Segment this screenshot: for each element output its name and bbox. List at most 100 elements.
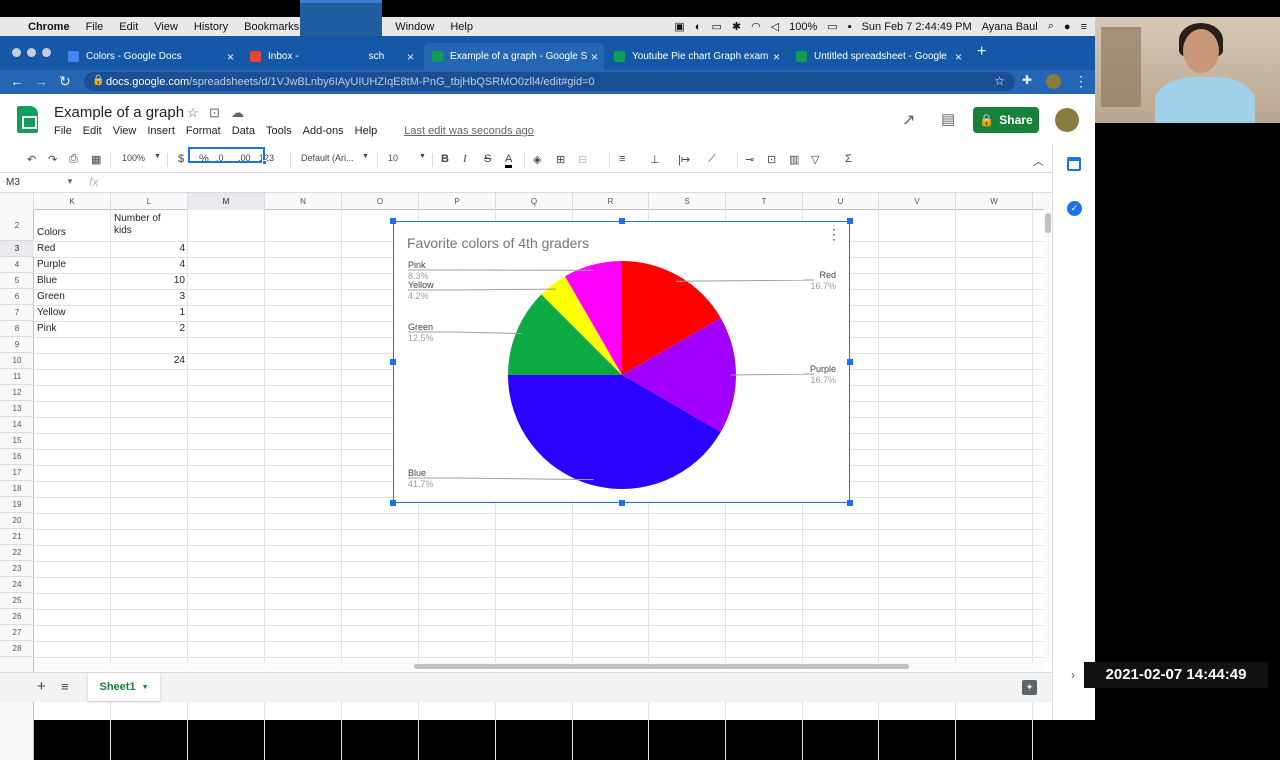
- cell-total[interactable]: 24: [111, 355, 185, 367]
- resize-handle[interactable]: [619, 218, 625, 224]
- font-select[interactable]: Default (Ari...: [301, 153, 354, 163]
- functions-sigma-icon[interactable]: Σ: [845, 153, 852, 165]
- column-header[interactable]: P: [419, 193, 496, 210]
- last-edit-link[interactable]: Last edit was seconds ago: [404, 125, 534, 137]
- siri-icon[interactable]: ●: [1064, 21, 1071, 33]
- menu-bookmarks[interactable]: Bookmarks: [244, 21, 299, 33]
- wifi-icon[interactable]: ◠: [751, 20, 761, 33]
- chevron-down-icon[interactable]: ▼: [154, 153, 161, 160]
- menu-tools[interactable]: Tools: [266, 125, 292, 137]
- zoom-select[interactable]: 100%: [122, 153, 145, 163]
- column-header[interactable]: S: [649, 193, 726, 210]
- resize-handle[interactable]: [847, 359, 853, 365]
- share-button[interactable]: 🔒 Share: [973, 107, 1039, 133]
- row-header[interactable]: 24: [0, 577, 34, 593]
- cell-color-name[interactable]: Red: [37, 243, 107, 255]
- row-header[interactable]: 5: [0, 273, 34, 289]
- cell-kids-count[interactable]: 4: [111, 243, 185, 255]
- row-header[interactable]: 8: [0, 321, 34, 337]
- forward-arrow-icon[interactable]: →: [34, 73, 48, 89]
- menu-format[interactable]: Format: [186, 125, 221, 137]
- chevron-down-icon[interactable]: ▼: [419, 153, 426, 160]
- merge-cells-icon[interactable]: ⊟: [578, 153, 587, 166]
- tab-close-icon[interactable]: ×: [591, 50, 598, 64]
- resize-handle[interactable]: [390, 500, 396, 506]
- volume-icon[interactable]: ◁: [771, 20, 779, 33]
- menu-file[interactable]: File: [86, 21, 104, 33]
- row-header[interactable]: 20: [0, 513, 34, 529]
- document-title[interactable]: Example of a graph: [54, 104, 184, 121]
- row-header[interactable]: 6: [0, 289, 34, 305]
- text-rotate-icon[interactable]: ⟋: [708, 153, 716, 166]
- borders-icon[interactable]: ⊞: [556, 153, 565, 166]
- screen-record-icon[interactable]: ▣: [674, 20, 684, 33]
- add-sheet-plus-icon[interactable]: +: [37, 678, 46, 695]
- vertical-scrollbar[interactable]: [1044, 193, 1052, 662]
- row-header[interactable]: 28: [0, 641, 34, 657]
- select-all-corner[interactable]: [0, 193, 34, 210]
- cell-kids-count[interactable]: 2: [111, 323, 185, 335]
- column-header[interactable]: V: [879, 193, 956, 210]
- resize-handle[interactable]: [619, 500, 625, 506]
- menu-addons[interactable]: Add-ons: [303, 125, 344, 137]
- tab-colors-docs[interactable]: Colors - Google Docs ×: [60, 43, 240, 70]
- column-header[interactable]: R: [573, 193, 649, 210]
- all-sheets-list-icon[interactable]: ≡: [61, 679, 69, 694]
- column-header[interactable]: M: [188, 193, 265, 210]
- control-center-icon[interactable]: ≡: [1081, 21, 1087, 33]
- row-header[interactable]: 23: [0, 561, 34, 577]
- menu-help[interactable]: Help: [450, 21, 473, 33]
- spotlight-search-icon[interactable]: ⌕: [1048, 20, 1054, 33]
- collapse-toolbar-chevron-icon[interactable]: ︿: [1033, 153, 1044, 169]
- horizontal-scrollbar[interactable]: [34, 662, 1044, 671]
- horizontal-align-icon[interactable]: ≡: [619, 153, 625, 165]
- column-header[interactable]: Q: [496, 193, 573, 210]
- tab-close-icon[interactable]: ×: [407, 50, 414, 64]
- resize-handle[interactable]: [390, 359, 396, 365]
- column-header[interactable]: T: [726, 193, 803, 210]
- currency-format-button[interactable]: $: [178, 153, 184, 165]
- tab-close-icon[interactable]: ×: [773, 50, 780, 64]
- italic-button[interactable]: I: [463, 153, 467, 165]
- address-bar[interactable]: 🔒 docs.google.com /spreadsheets/d/1VJwBL…: [84, 72, 1015, 91]
- font-size-select[interactable]: 10: [388, 153, 398, 163]
- column-header[interactable]: O: [342, 193, 419, 210]
- row-header[interactable]: 21: [0, 529, 34, 545]
- vertical-align-icon[interactable]: ⊥: [650, 153, 660, 166]
- row-header[interactable]: 14: [0, 417, 34, 433]
- cell-color-name[interactable]: Yellow: [37, 307, 107, 319]
- menu-history[interactable]: History: [194, 21, 228, 33]
- row-header[interactable]: 12: [0, 385, 34, 401]
- chevron-down-icon[interactable]: ▼: [142, 684, 149, 691]
- menu-data[interactable]: Data: [232, 125, 255, 137]
- cell-kids-count[interactable]: 10: [111, 275, 185, 287]
- row-header[interactable]: 9: [0, 337, 34, 353]
- menu-insert[interactable]: Insert: [147, 125, 175, 137]
- tab-youtube-pie[interactable]: Youtube Pie chart Graph exam ×: [606, 43, 786, 70]
- row-header[interactable]: 11: [0, 369, 34, 385]
- menu-app-name[interactable]: Chrome: [28, 21, 70, 33]
- menu-file[interactable]: File: [54, 125, 72, 137]
- lock-icon[interactable]: 🔒: [92, 75, 104, 86]
- cell-kids-count[interactable]: 1: [111, 307, 185, 319]
- flag-icon[interactable]: ▪: [848, 21, 852, 33]
- text-wrap-icon[interactable]: |↦: [678, 153, 690, 166]
- row-header[interactable]: 25: [0, 593, 34, 609]
- cell-color-name[interactable]: Green: [37, 291, 107, 303]
- filter-icon[interactable]: ▽: [811, 153, 819, 166]
- cell-colors-header[interactable]: Colors: [37, 227, 107, 239]
- cell-color-name[interactable]: Pink: [37, 323, 107, 335]
- window-minimize-icon[interactable]: [27, 48, 36, 57]
- chart-title[interactable]: Favorite colors of 4th graders: [407, 235, 589, 251]
- tab-close-icon[interactable]: ×: [227, 50, 234, 64]
- menu-edit[interactable]: Edit: [119, 21, 138, 33]
- tasks-check-icon[interactable]: ✓: [1067, 201, 1082, 216]
- sheets-logo-icon[interactable]: [17, 106, 38, 133]
- row-header[interactable]: 3: [0, 241, 34, 257]
- print-icon[interactable]: ⎙: [69, 153, 78, 166]
- row-header[interactable]: 4: [0, 257, 34, 273]
- window-zoom-icon[interactable]: [42, 48, 51, 57]
- insert-chart-icon[interactable]: ▥: [789, 153, 799, 166]
- column-header[interactable]: L: [111, 193, 188, 210]
- move-folder-icon[interactable]: ⊡: [209, 105, 220, 121]
